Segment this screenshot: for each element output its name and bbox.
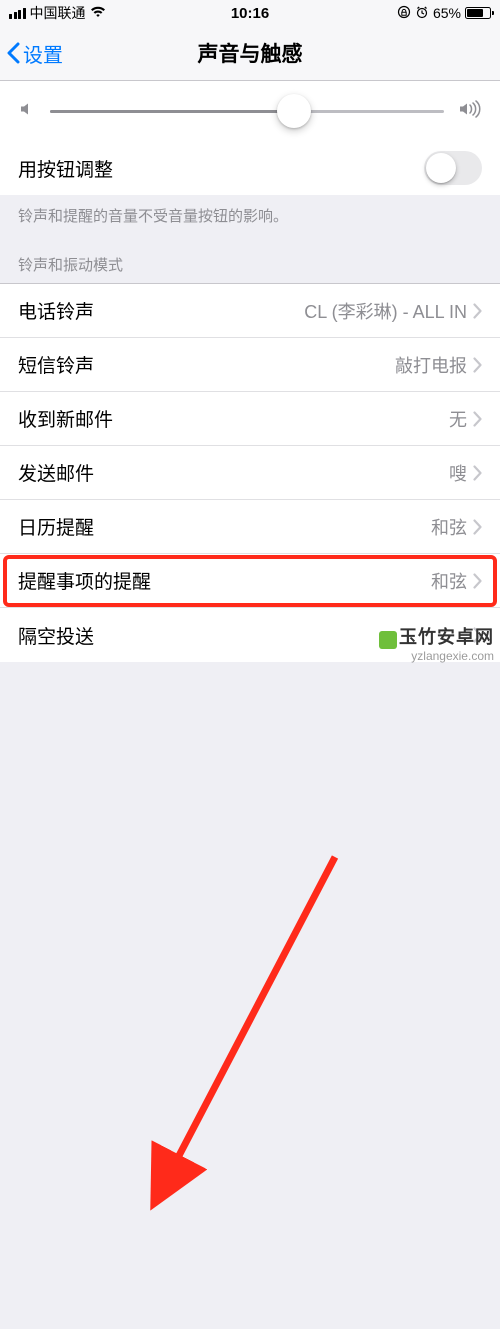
sound-row-label: 隔空投送 [18, 622, 94, 649]
change-with-buttons-toggle[interactable] [424, 151, 482, 185]
sound-row-value: 嗖 [449, 460, 482, 486]
sound-row[interactable]: 发送邮件 嗖 [0, 446, 500, 500]
sounds-section-header: 铃声和振动模式 [0, 240, 500, 283]
back-button[interactable]: 设置 [6, 26, 63, 80]
sound-row[interactable]: 电话铃声 CL (李彩琳) - ALL IN [0, 284, 500, 338]
status-right: 65% [397, 5, 491, 22]
chevron-right-icon [473, 303, 482, 319]
status-time: 10:16 [231, 5, 269, 22]
volume-low-icon [18, 100, 36, 123]
sound-patterns-group: 电话铃声 CL (李彩琳) - ALL IN 短信铃声 敲打电报收到新邮件 无发送邮件 嗖… [0, 284, 500, 662]
slider-knob[interactable] [277, 94, 311, 128]
page-title: 声音与触感 [198, 38, 303, 68]
sound-row-label: 发送邮件 [18, 459, 94, 486]
chevron-right-icon [473, 573, 482, 589]
wifi-icon [90, 5, 106, 21]
volume-footer: 铃声和提醒的音量不受音量按钮的影响。 [0, 195, 500, 240]
change-with-buttons-label: 用按钮调整 [18, 155, 113, 182]
volume-high-icon [458, 100, 482, 123]
watermark: 玉竹安卓网 yzlangexie.com [379, 623, 494, 663]
signal-bars-icon [9, 8, 26, 19]
volume-group: 用按钮调整 [0, 81, 500, 195]
sound-row-value: 和弦 [431, 514, 482, 540]
sound-row-value: 无 [449, 406, 482, 432]
sound-row-label: 收到新邮件 [18, 405, 113, 432]
sound-row-value: 和弦 [431, 568, 482, 594]
chevron-right-icon [473, 465, 482, 481]
sound-row[interactable]: 收到新邮件 无 [0, 392, 500, 446]
alarm-icon [415, 5, 429, 22]
chevron-right-icon [473, 411, 482, 427]
sound-row-value: 敲打电报 [395, 352, 482, 378]
sound-row-label: 短信铃声 [18, 351, 94, 378]
sound-row[interactable]: 提醒事项的提醒 和弦 [0, 554, 500, 608]
battery-percent: 65% [433, 5, 461, 21]
annotation-arrow [0, 662, 500, 1329]
sound-row[interactable]: 短信铃声 敲打电报 [0, 338, 500, 392]
watermark-url: yzlangexie.com [411, 649, 494, 663]
chevron-left-icon [6, 42, 21, 64]
back-label: 设置 [23, 39, 63, 68]
volume-slider[interactable] [50, 110, 444, 113]
watermark-title: 玉竹安卓网 [399, 623, 494, 649]
orientation-lock-icon [397, 5, 411, 22]
change-with-buttons-row[interactable]: 用按钮调整 [0, 141, 500, 195]
chevron-right-icon [473, 357, 482, 373]
sound-row-label: 电话铃声 [18, 297, 94, 324]
watermark-logo-icon [379, 631, 397, 649]
carrier-label: 中国联通 [30, 3, 86, 23]
sound-row-label: 提醒事项的提醒 [18, 567, 151, 594]
chevron-right-icon [473, 519, 482, 535]
sound-row-label: 日历提醒 [18, 513, 94, 540]
ringer-volume-slider-row [0, 81, 500, 141]
battery-icon [465, 7, 491, 19]
sound-row[interactable]: 日历提醒 和弦 [0, 500, 500, 554]
nav-bar: 设置 声音与触感 [0, 26, 500, 81]
status-bar: 中国联通 10:16 65% [0, 0, 500, 26]
status-left: 中国联通 [9, 3, 106, 23]
sound-row-value: CL (李彩琳) - ALL IN [304, 298, 482, 324]
